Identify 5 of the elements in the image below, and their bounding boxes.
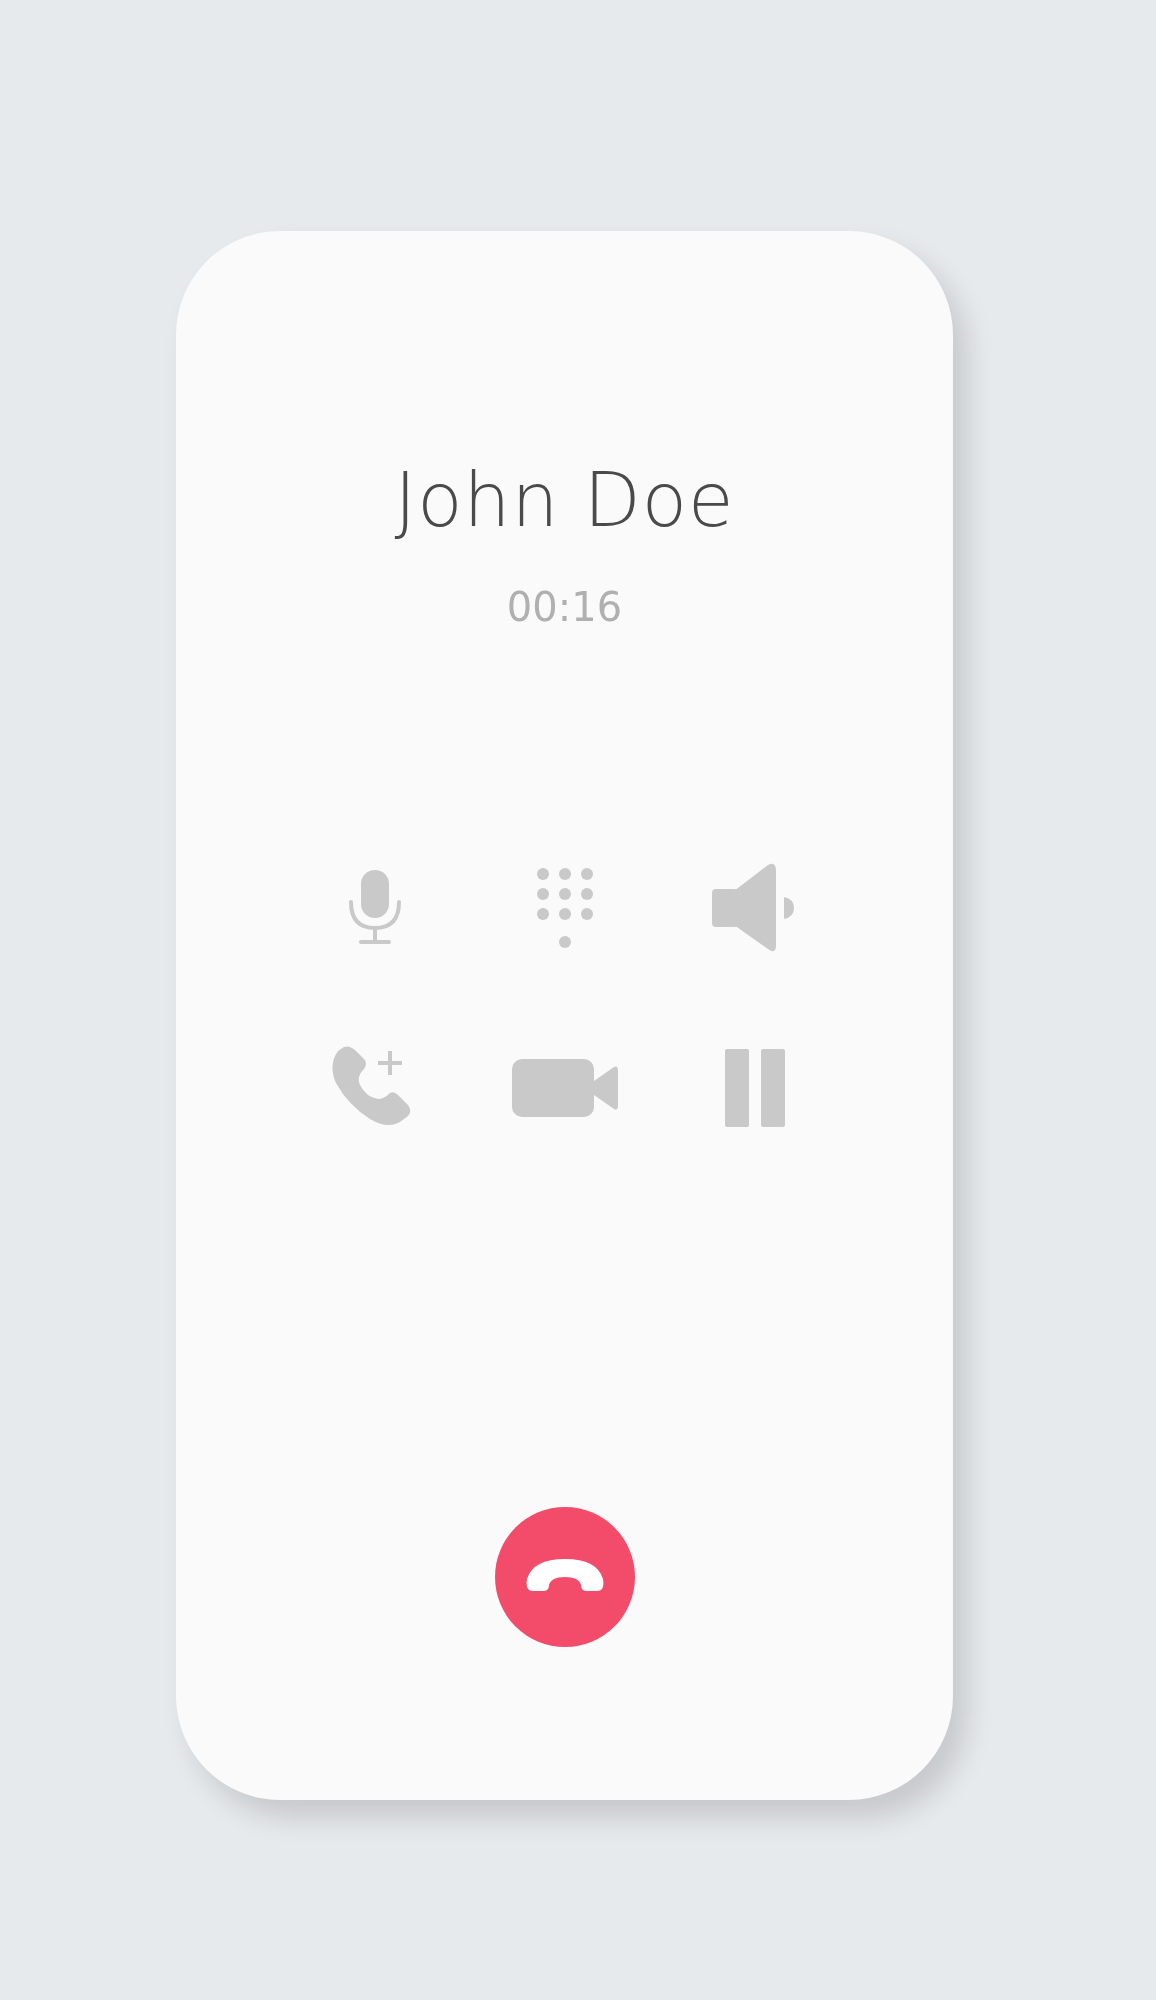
call-duration: 00:16 (506, 587, 623, 627)
dialpad-icon (534, 866, 595, 950)
caller-name: John Doe (394, 463, 735, 537)
pause-icon (722, 1047, 787, 1129)
video-camera-icon (509, 1057, 620, 1119)
